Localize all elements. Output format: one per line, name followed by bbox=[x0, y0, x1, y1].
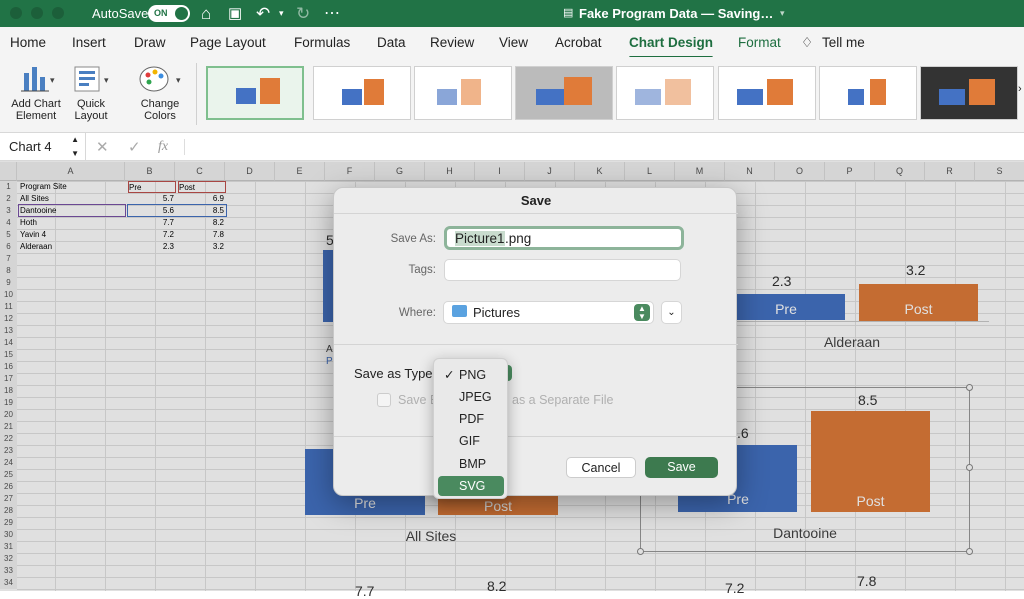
tell-me-search[interactable]: Tell me bbox=[822, 35, 865, 50]
tab-view[interactable]: View bbox=[499, 35, 528, 50]
lightbulb-icon: ♢ bbox=[801, 35, 814, 50]
chart-style-6[interactable] bbox=[718, 66, 816, 120]
redo-icon[interactable]: ↻ bbox=[296, 0, 310, 27]
chart-style-4[interactable] bbox=[515, 66, 613, 120]
tags-input[interactable] bbox=[444, 259, 681, 281]
formula-bar: Chart 4 ▲ ▼ ✕ ✓ fx bbox=[0, 133, 1024, 161]
chart-style-5[interactable] bbox=[616, 66, 714, 120]
tab-page-layout[interactable]: Page Layout bbox=[190, 35, 266, 50]
autosave-label: AutoSave bbox=[92, 6, 149, 21]
dialog-title: Save bbox=[334, 188, 738, 214]
where-value: Pictures bbox=[473, 305, 520, 320]
file-type-menu: ✓ PNG JPEG PDF GIF BMP SVG bbox=[433, 358, 508, 499]
menu-item-svg[interactable]: SVG bbox=[438, 476, 504, 496]
menu-item-gif[interactable]: GIF bbox=[438, 431, 504, 451]
name-box[interactable]: Chart 4 ▲ ▼ bbox=[0, 133, 86, 161]
cancel-button[interactable]: Cancel bbox=[566, 457, 636, 478]
save-dialog: Save Save As: Picture1 .png Tags: Where:… bbox=[333, 187, 738, 496]
filename-selected-text: Picture1 bbox=[455, 231, 505, 246]
chart-style-8[interactable] bbox=[920, 66, 1018, 120]
ribbon: ▾ Add Chart Element ▾ Quick Layout ▾ Cha… bbox=[0, 57, 1024, 133]
name-box-stepper-icon: ▲ ▼ bbox=[71, 135, 79, 158]
tab-insert[interactable]: Insert bbox=[72, 35, 106, 50]
add-chart-icon: ▾ bbox=[21, 67, 55, 92]
home-icon[interactable]: ⌂ bbox=[201, 0, 211, 27]
tab-draw[interactable]: Draw bbox=[134, 35, 166, 50]
minimize-window-button[interactable] bbox=[31, 7, 43, 19]
close-window-button[interactable] bbox=[10, 7, 22, 19]
where-label: Where: bbox=[398, 307, 436, 319]
ribbon-divider bbox=[196, 63, 197, 125]
palette-icon: ▾ bbox=[139, 66, 181, 92]
title-bar: AutoSave ON ⌂ ▣ ↶ ▾ ↻ ⋯ ▤ Fake Program D… bbox=[0, 0, 1024, 27]
svg-text:▾: ▾ bbox=[104, 75, 109, 85]
svg-text:▾: ▾ bbox=[50, 75, 55, 85]
chart-style-2[interactable] bbox=[313, 66, 411, 120]
add-chart-element-button[interactable]: ▾ Add Chart Element bbox=[8, 61, 64, 122]
tab-data[interactable]: Data bbox=[377, 35, 406, 50]
filename-input[interactable]: Picture1 .png bbox=[444, 226, 684, 250]
quick-layout-button[interactable]: ▾ Quick Layout bbox=[70, 61, 112, 122]
menu-item-jpeg[interactable]: JPEG bbox=[438, 387, 504, 407]
tab-formulas[interactable]: Formulas bbox=[294, 35, 350, 50]
insert-function-icon[interactable]: fx bbox=[158, 139, 168, 155]
menu-item-bmp[interactable]: BMP bbox=[438, 454, 504, 474]
save-icon[interactable]: ▣ bbox=[228, 0, 242, 27]
separate-file-label-end: as a Separate File bbox=[512, 393, 614, 407]
separate-file-checkbox[interactable] bbox=[377, 393, 391, 407]
menu-item-pdf[interactable]: PDF bbox=[438, 409, 504, 429]
save-as-label: Save As: bbox=[390, 233, 436, 245]
undo-dropdown-icon[interactable]: ▾ bbox=[279, 0, 284, 27]
folder-icon bbox=[452, 305, 467, 317]
svg-text:▾: ▾ bbox=[176, 75, 181, 85]
save-button[interactable]: Save bbox=[645, 457, 718, 478]
tab-home[interactable]: Home bbox=[10, 35, 46, 50]
title-chevron-icon[interactable]: ▾ bbox=[780, 0, 785, 27]
updown-chevron-icon: ▲ ▼ bbox=[634, 304, 650, 321]
tab-format[interactable]: Format bbox=[738, 35, 781, 50]
undo-icon[interactable]: ↶ bbox=[256, 0, 270, 27]
tab-acrobat[interactable]: Acrobat bbox=[555, 35, 602, 50]
change-colors-button[interactable]: ▾ Change Colors bbox=[134, 61, 186, 122]
styles-scroll-right-icon[interactable]: › bbox=[1018, 83, 1022, 95]
chart-style-1[interactable] bbox=[206, 66, 304, 120]
chart-style-7[interactable] bbox=[819, 66, 917, 120]
chart-style-3[interactable] bbox=[414, 66, 512, 120]
chevron-down-icon: ⌄ bbox=[667, 307, 676, 318]
tab-review[interactable]: Review bbox=[430, 35, 474, 50]
filename-extension: .png bbox=[505, 231, 532, 246]
expand-browser-button[interactable]: ⌄ bbox=[661, 301, 682, 324]
document-title: Fake Program Data — Saving… bbox=[579, 6, 774, 21]
checkmark-icon: ✓ bbox=[444, 368, 455, 382]
tab-chart-design[interactable]: Chart Design bbox=[629, 35, 714, 59]
quick-layout-icon: ▾ bbox=[74, 66, 109, 92]
tags-label: Tags: bbox=[408, 264, 437, 276]
more-icon[interactable]: ⋯ bbox=[324, 0, 340, 27]
save-as-type-label: Save as Type bbox=[354, 366, 433, 381]
cancel-formula-icon[interactable]: ✕ bbox=[96, 138, 109, 156]
zoom-window-button[interactable] bbox=[52, 7, 64, 19]
autosave-toggle[interactable]: ON bbox=[148, 5, 190, 22]
ribbon-tabs: Home Insert Draw Page Layout Formulas Da… bbox=[0, 27, 1024, 59]
where-select[interactable]: Pictures ▲ ▼ bbox=[443, 301, 654, 324]
menu-item-png[interactable]: ✓ PNG bbox=[438, 365, 504, 385]
document-icon: ▤ bbox=[563, 7, 574, 19]
confirm-formula-icon[interactable]: ✓ bbox=[128, 138, 141, 156]
